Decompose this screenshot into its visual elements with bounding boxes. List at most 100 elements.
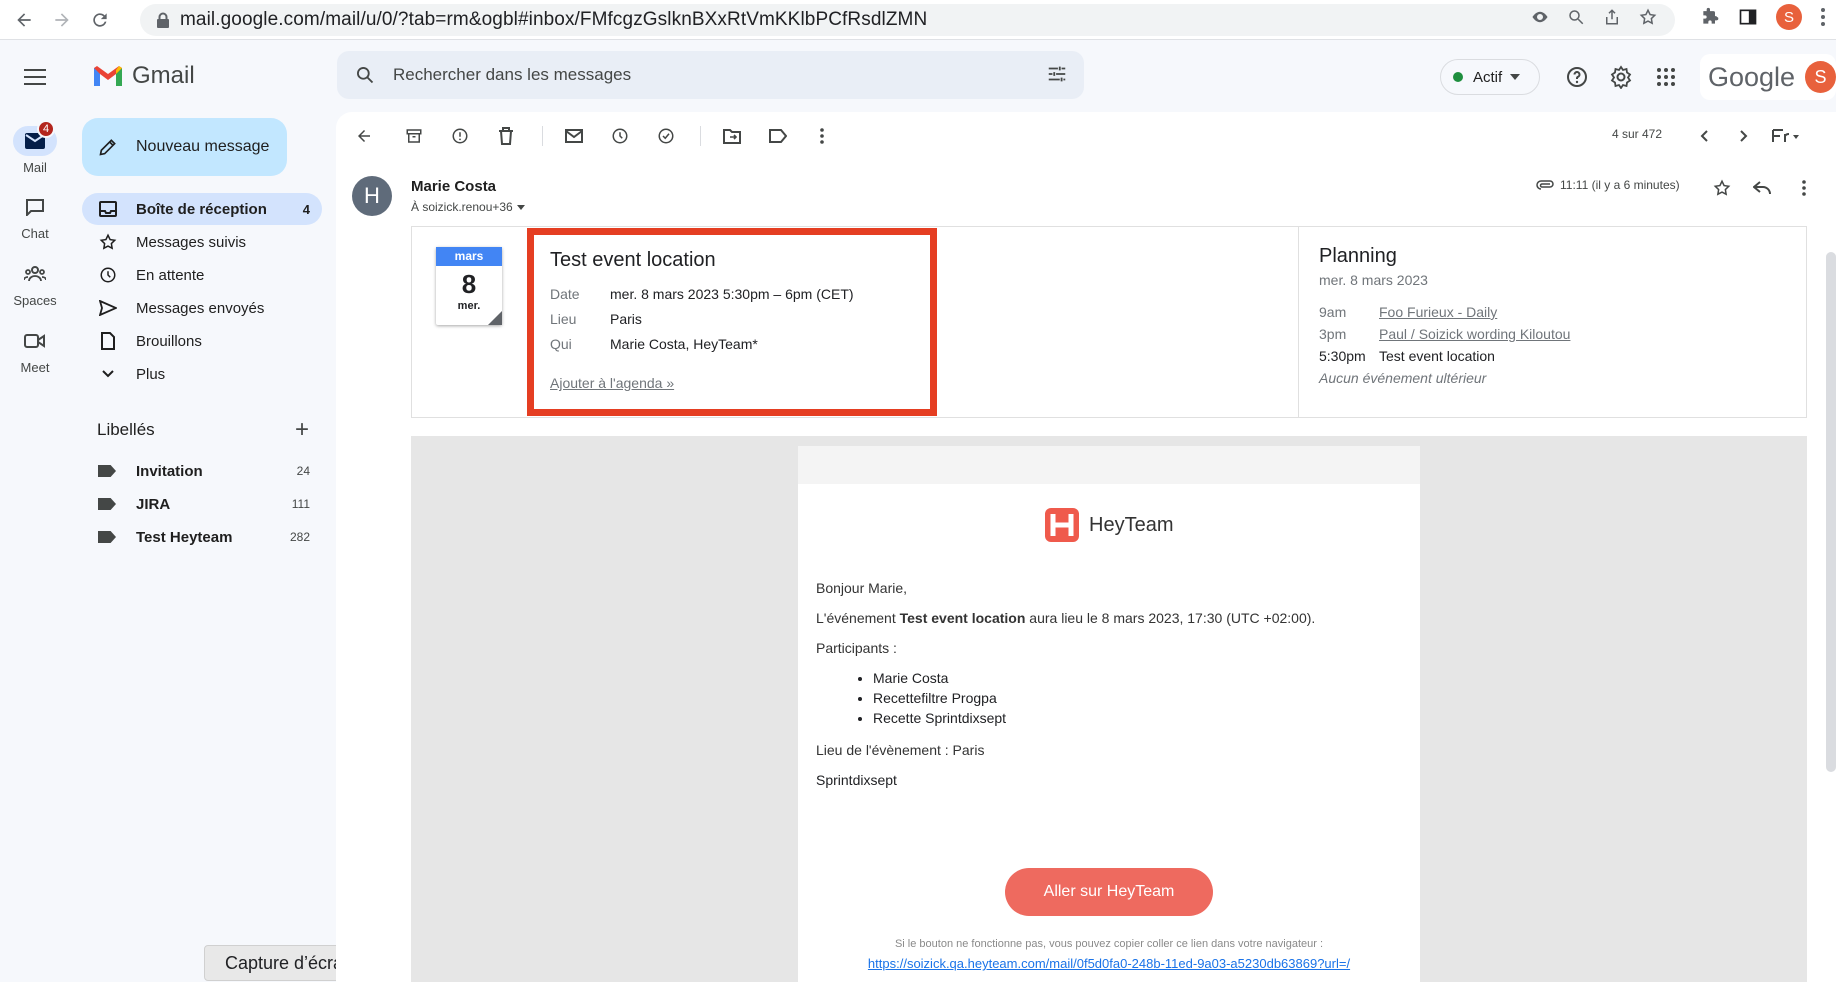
side-panel-icon[interactable] [1738, 7, 1758, 27]
delete-icon[interactable] [494, 124, 518, 148]
move-to-folder-icon[interactable] [720, 124, 744, 148]
browser-profile-avatar[interactable]: S [1776, 4, 1802, 30]
event-row-who: Qui Marie Costa, HeyTeam* [550, 336, 914, 352]
spaces-icon [24, 265, 46, 283]
more-vert-icon[interactable] [810, 124, 834, 148]
add-label-icon[interactable]: + [295, 416, 309, 444]
sender-name[interactable]: Marie Costa [411, 178, 496, 195]
nav-item-more[interactable]: Plus [82, 358, 322, 390]
label-icon[interactable] [766, 124, 790, 148]
apps-grid-icon[interactable] [1652, 63, 1680, 91]
label-name: Invitation [136, 462, 203, 480]
email-event-name: Test event location [899, 610, 1026, 626]
nav-item-starred[interactable]: Messages suivis [82, 226, 322, 258]
message-scrollbar[interactable] [1826, 252, 1836, 772]
label-count: 24 [296, 464, 310, 478]
mail-unread-badge: 4 [37, 120, 55, 138]
compose-button[interactable]: Nouveau message [82, 118, 287, 176]
inbox-count: 4 [302, 201, 310, 217]
mark-unread-icon[interactable] [562, 124, 586, 148]
archive-icon[interactable] [402, 124, 426, 148]
gmail-header: Gmail Rechercher dans les messages Actif… [0, 40, 1836, 112]
back-icon[interactable] [10, 6, 38, 34]
help-icon[interactable] [1563, 63, 1591, 91]
label-count: 282 [289, 530, 310, 544]
compose-label: Nouveau message [136, 138, 270, 155]
event-key: Qui [550, 336, 572, 352]
planning-event-current: 5:30pm Test event location [1319, 348, 1788, 364]
address-bar[interactable]: mail.google.com/mail/u/0/?tab=rm&ogbl#in… [140, 4, 1675, 36]
chevron-right-icon[interactable] [1732, 124, 1756, 148]
planning-event-time: 9am [1319, 304, 1347, 320]
fallback-url-link[interactable]: https://soizick.qa.heyteam.com/mail/0f5d… [798, 956, 1420, 971]
forward-icon[interactable] [48, 6, 76, 34]
browser-menu-icon[interactable] [1820, 7, 1826, 27]
nav-item-drafts[interactable]: Brouillons [82, 325, 322, 357]
add-task-icon[interactable] [654, 124, 678, 148]
email-location-line: Lieu de l'évènement : Paris [816, 742, 985, 758]
status-dot [1453, 72, 1463, 82]
add-to-calendar-link[interactable]: Ajouter à l'agenda » [550, 375, 674, 391]
settings-gear-icon[interactable] [1607, 63, 1635, 91]
rail-item-mail[interactable]: 4 Mail [0, 120, 70, 175]
eye-off-icon[interactable] [1531, 8, 1549, 26]
event-row-date: Date mer. 8 mars 2023 5:30pm – 6pm (CET) [550, 286, 914, 302]
snooze-clock-icon[interactable] [608, 124, 632, 148]
reload-icon[interactable] [86, 6, 114, 34]
event-key: Date [550, 286, 580, 302]
report-spam-icon[interactable] [448, 124, 472, 148]
chevron-down-icon [1510, 74, 1521, 80]
search-input[interactable]: Rechercher dans les messages [393, 65, 631, 85]
app-rail: 4 Mail Chat Spaces Meet [0, 112, 70, 982]
rail-item-spaces[interactable]: Spaces [0, 259, 70, 308]
planning-date: mer. 8 mars 2023 [1319, 272, 1428, 288]
search-options-icon[interactable] [1046, 63, 1068, 85]
rail-item-meet[interactable]: Meet [0, 326, 70, 375]
message-meta: 11:11 (il y a 6 minutes) [1536, 178, 1680, 192]
browser-toolbar: mail.google.com/mail/u/0/?tab=rm&ogbl#in… [0, 0, 1836, 40]
nav-item-snoozed[interactable]: En attente [82, 259, 322, 291]
mail-sidebar: Nouveau message Boîte de réception 4 Mes… [70, 112, 336, 982]
label-item-test-heyteam[interactable]: Test Heyteam 282 [82, 522, 322, 552]
planning-event[interactable]: 3pm Paul / Soizick wording Kiloutou [1319, 326, 1788, 342]
label-item-jira[interactable]: JIRA 111 [82, 489, 322, 519]
rail-label-mail: Mail [23, 160, 47, 175]
zoom-icon[interactable] [1567, 8, 1585, 26]
event-details-highlight: Test event location Date mer. 8 mars 202… [527, 228, 937, 416]
pencil-icon [98, 137, 118, 157]
nav-item-inbox[interactable]: Boîte de réception 4 [82, 193, 322, 225]
email-top-band [798, 446, 1420, 484]
go-to-heyteam-button[interactable]: Aller sur HeyTeam [1005, 868, 1213, 916]
calendar-date-icon: mars 8 mer. [436, 247, 502, 325]
email-event-line: L'événement Test event location aura lie… [816, 610, 1406, 626]
label-item-invitation[interactable]: Invitation 24 [82, 456, 322, 486]
planning-event-name[interactable]: Paul / Soizick wording Kiloutou [1379, 326, 1570, 342]
rail-item-chat[interactable]: Chat [0, 192, 70, 241]
event-row-location: Lieu Paris [550, 311, 914, 327]
input-tools-icon[interactable] [1766, 124, 1806, 148]
planning-event-name[interactable]: Foo Furieux - Daily [1379, 304, 1497, 320]
planning-event[interactable]: 9am Foo Furieux - Daily [1319, 304, 1788, 320]
account-avatar[interactable]: S [1805, 61, 1836, 93]
toolbar-divider [700, 126, 701, 146]
more-vert-icon[interactable] [1792, 176, 1816, 200]
google-account-area[interactable]: Google S [1700, 54, 1836, 100]
nav-item-sent[interactable]: Messages envoyés [82, 292, 322, 324]
search-icon[interactable] [355, 65, 375, 85]
chat-icon [25, 198, 45, 216]
gmail-logo[interactable]: Gmail [92, 62, 195, 90]
search-bar[interactable]: Rechercher dans les messages [337, 51, 1084, 99]
extensions-icon[interactable] [1700, 7, 1720, 27]
chevron-left-icon[interactable] [1692, 124, 1716, 148]
recipient-line[interactable]: À soizick.renou+36 [411, 200, 525, 214]
reply-icon[interactable] [1750, 176, 1774, 200]
bookmark-star-icon[interactable] [1639, 8, 1657, 26]
status-selector[interactable]: Actif [1440, 59, 1540, 95]
back-to-inbox-icon[interactable] [352, 124, 376, 148]
page-fold-icon [488, 311, 502, 325]
heyteam-brand-name: HeyTeam [1089, 513, 1174, 536]
star-icon[interactable] [1710, 176, 1734, 200]
main-menu-icon[interactable] [18, 60, 52, 94]
message-time: 11:11 (il y a 6 minutes) [1560, 178, 1680, 192]
share-icon[interactable] [1603, 8, 1621, 26]
